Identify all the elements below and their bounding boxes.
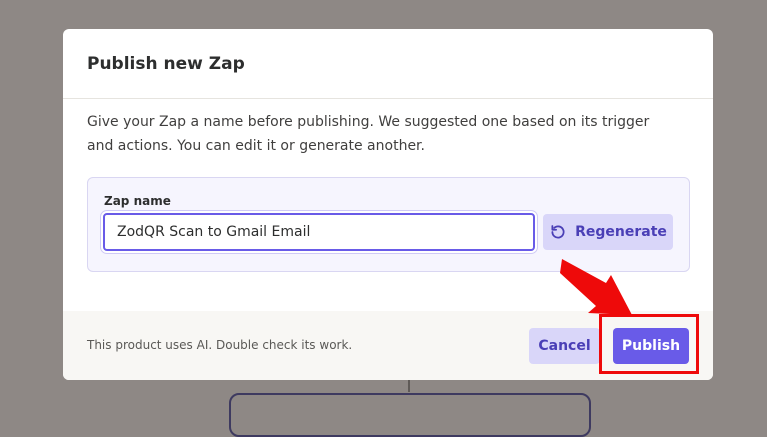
dialog-footer: This product uses AI. Double check its w…: [63, 311, 713, 380]
background-step-card: [229, 393, 591, 437]
rotate-ccw-icon: [551, 225, 565, 239]
dialog-description: Give your Zap a name before publishing. …: [87, 114, 650, 154]
ai-disclaimer: This product uses AI. Double check its w…: [87, 338, 353, 352]
zap-name-label: Zap name: [104, 194, 171, 208]
cancel-button[interactable]: Cancel: [529, 328, 600, 364]
regenerate-button[interactable]: Regenerate: [543, 214, 673, 250]
zap-name-input[interactable]: [103, 213, 535, 251]
zap-name-panel: Zap name Regenerate: [87, 177, 690, 272]
publish-zap-dialog: Publish new Zap Give your Zap a name bef…: [63, 29, 713, 380]
regenerate-label: Regenerate: [575, 224, 667, 240]
dialog-title: Publish new Zap: [87, 54, 245, 74]
title-divider: [63, 98, 713, 99]
publish-button[interactable]: Publish: [613, 328, 689, 364]
